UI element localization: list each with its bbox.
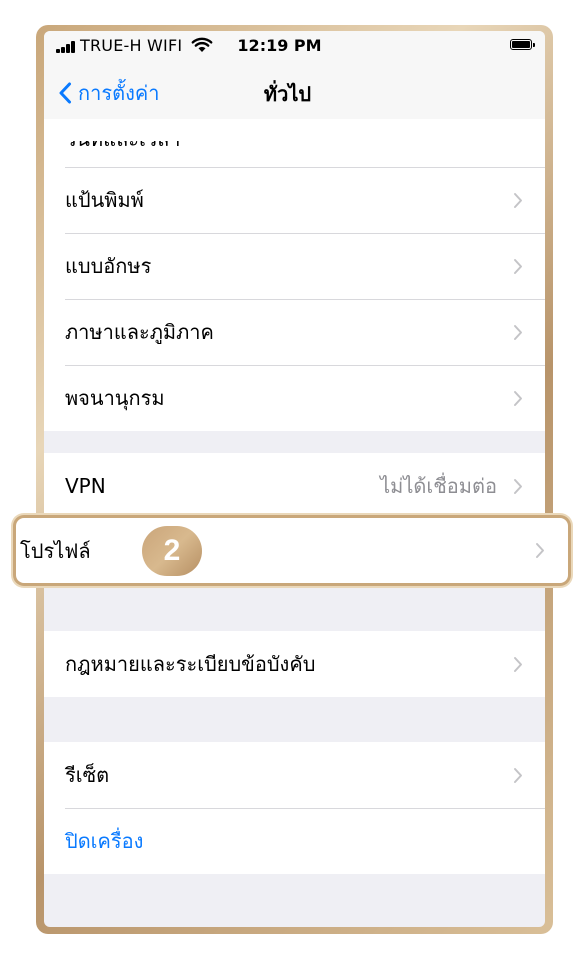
chevron-right-icon bbox=[514, 479, 522, 494]
shutdown-button[interactable]: ปิดเครื่อง bbox=[44, 808, 545, 874]
chevron-right-icon bbox=[536, 543, 544, 558]
chevron-right-icon bbox=[514, 391, 522, 406]
list-item-keyboard[interactable]: แป้นพิมพ์ bbox=[44, 167, 545, 233]
settings-group-reset: รีเซ็ต ปิดเครื่อง bbox=[44, 742, 545, 874]
list-item-reset[interactable]: รีเซ็ต bbox=[44, 742, 545, 808]
navigation-bar: การตั้งค่า ทั่วไป bbox=[44, 61, 545, 119]
list-item-dictionary[interactable]: พจนานุกรม bbox=[44, 365, 545, 431]
list-item-label: แป้นพิมพ์ bbox=[65, 188, 144, 212]
settings-group-legal: กฎหมายและระเบียบข้อบังคับ bbox=[44, 631, 545, 697]
list-item-vpn[interactable]: VPN ไม่ได้เชื่อมต่อ bbox=[44, 453, 545, 519]
list-item-language-region[interactable]: ภาษาและภูมิภาค bbox=[44, 299, 545, 365]
list-item-label: วันที่และเวลา bbox=[65, 127, 181, 151]
list-item-fonts[interactable]: แบบอักษร bbox=[44, 233, 545, 299]
list-item-label: โปรไฟล์ bbox=[20, 539, 91, 563]
list-item-label: ภาษาและภูมิภาค bbox=[65, 320, 214, 344]
status-bar: TRUE-H WIFI 12:19 PM bbox=[44, 31, 545, 61]
chevron-right-icon bbox=[514, 325, 522, 340]
list-item-date-time[interactable]: วันที่และเวลา bbox=[44, 119, 545, 167]
list-item-profile-highlighted[interactable]: โปรไฟล์ 2 bbox=[16, 518, 568, 583]
list-item-legal[interactable]: กฎหมายและระเบียบข้อบังคับ bbox=[44, 631, 545, 697]
settings-group-input: วันที่และเวลา แป้นพิมพ์ แบบอักษร ภาษาและ… bbox=[44, 119, 545, 431]
page-title: ทั่วไป bbox=[263, 82, 312, 106]
chevron-right-icon bbox=[514, 193, 522, 208]
gold-phone-frame: TRUE-H WIFI 12:19 PM การตั้งค่า ทั่วไป ว… bbox=[36, 25, 553, 934]
chevron-right-icon bbox=[514, 657, 522, 672]
chevron-right-icon bbox=[514, 768, 522, 783]
list-item-label: พจนานุกรม bbox=[65, 386, 165, 410]
list-item-label: รีเซ็ต bbox=[65, 763, 110, 787]
status-time: 12:19 PM bbox=[237, 36, 322, 55]
shutdown-label: ปิดเครื่อง bbox=[65, 829, 144, 853]
list-item-label: VPN bbox=[65, 474, 106, 498]
list-item-label: กฎหมายและระเบียบข้อบังคับ bbox=[65, 652, 316, 676]
phone-screen: TRUE-H WIFI 12:19 PM การตั้งค่า ทั่วไป ว… bbox=[44, 31, 545, 927]
vpn-status: ไม่ได้เชื่อมต่อ bbox=[380, 474, 497, 498]
chevron-right-icon bbox=[514, 259, 522, 274]
step-number-badge: 2 bbox=[142, 526, 202, 576]
battery-icon bbox=[510, 39, 535, 50]
list-item-label: แบบอักษร bbox=[65, 254, 152, 278]
